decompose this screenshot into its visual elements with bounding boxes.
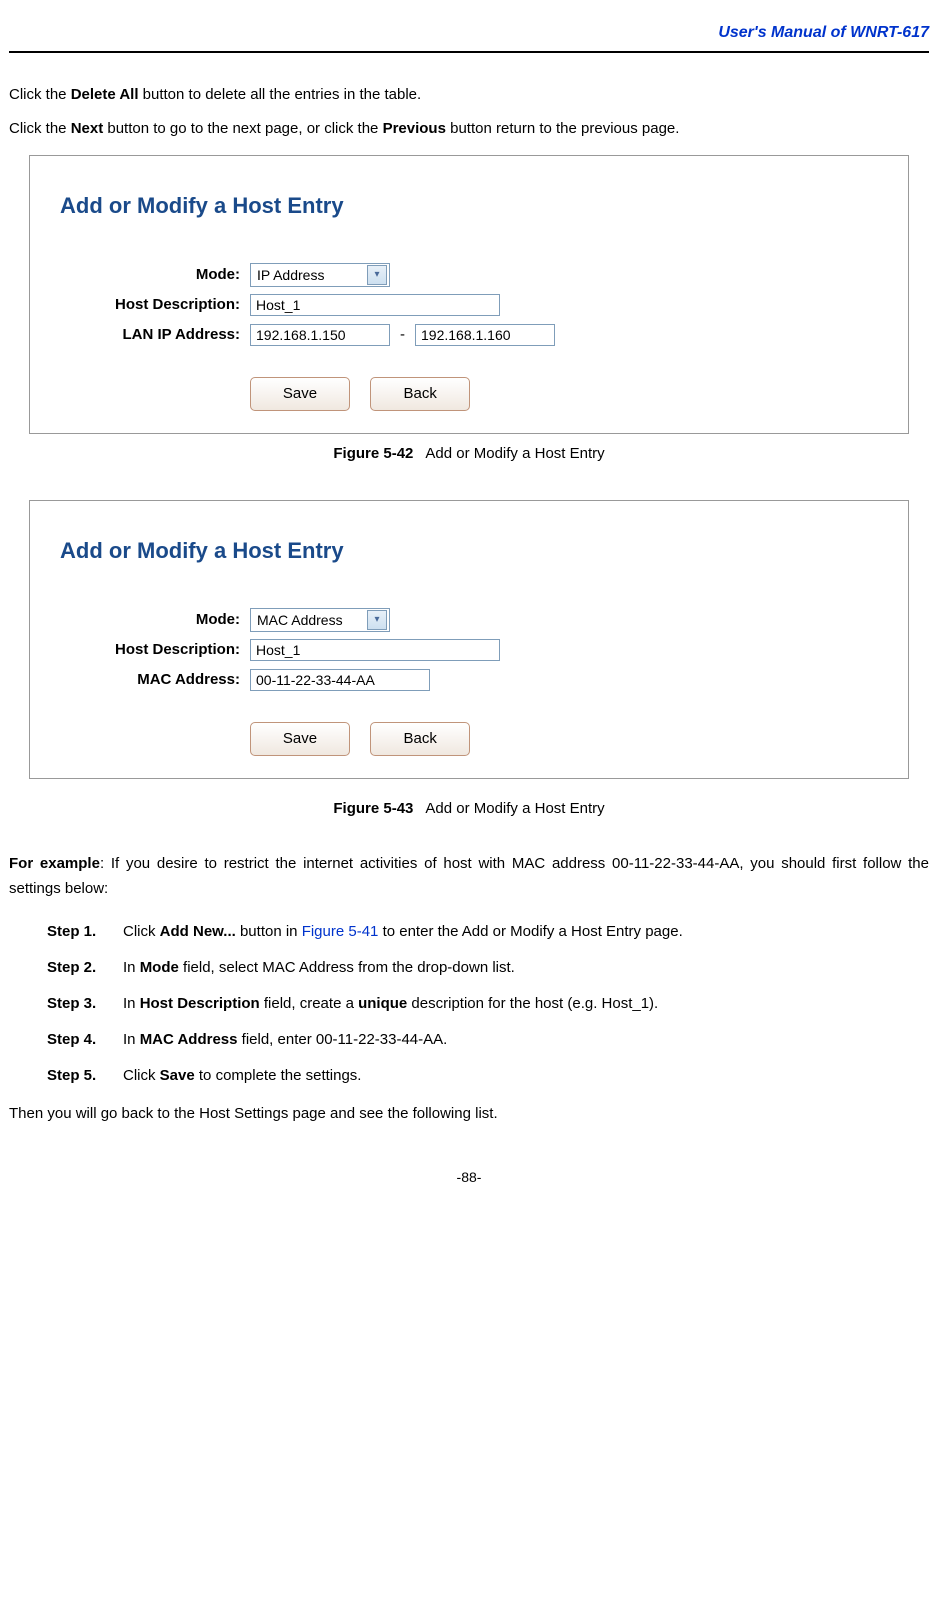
step-label: Step 3.: [47, 992, 123, 1016]
step-label: Step 5.: [47, 1064, 123, 1088]
figure-5-42-caption: Figure 5-42 Add or Modify a Host Entry: [9, 442, 929, 466]
lan-ip-from-input[interactable]: [250, 324, 390, 346]
figure-number: Figure 5-42: [333, 445, 413, 462]
host-desc-input-2[interactable]: [250, 639, 500, 661]
step-5: Step 5. Click Save to complete the setti…: [47, 1064, 929, 1088]
step-label: Step 2.: [47, 956, 123, 980]
mode-value-2: MAC Address: [257, 609, 343, 631]
b: MAC Address: [140, 1031, 238, 1048]
host-desc-input[interactable]: [250, 294, 500, 316]
button-row-2: Save Back: [60, 722, 878, 756]
mode-value: IP Address: [257, 264, 324, 286]
figure-5-43-heading: Add or Modify a Host Entry: [60, 533, 878, 568]
b: Host Description: [140, 995, 260, 1012]
b: unique: [358, 995, 407, 1012]
lan-ip-to-input[interactable]: [415, 324, 555, 346]
text: button to go to the next page, or click …: [103, 120, 382, 137]
step-text: Click Add New... button in Figure 5-41 t…: [123, 920, 683, 944]
mode-label-2: Mode:: [60, 608, 250, 632]
mode-select[interactable]: IP Address ▾: [250, 263, 390, 287]
doc-header: User's Manual of WNRT-617: [9, 20, 929, 46]
host-desc-row-2: Host Description:: [60, 638, 878, 662]
button-row: Save Back: [60, 377, 878, 411]
step-2: Step 2. In Mode field, select MAC Addres…: [47, 956, 929, 980]
host-desc-row: Host Description:: [60, 293, 878, 317]
figure-5-43-caption: Figure 5-43 Add or Modify a Host Entry: [9, 797, 929, 821]
chevron-down-icon[interactable]: ▾: [367, 265, 387, 285]
step-text: In Host Description field, create a uniq…: [123, 992, 658, 1016]
figure-5-42-box: Add or Modify a Host Entry Mode: IP Addr…: [29, 155, 909, 434]
step-3: Step 3. In Host Description field, creat…: [47, 992, 929, 1016]
t: In: [123, 1031, 140, 1048]
bold-delete-all: Delete All: [71, 86, 139, 103]
lan-ip-row: LAN IP Address: -: [60, 323, 878, 347]
text: Click the: [9, 86, 71, 103]
step-4: Step 4. In MAC Address field, enter 00-1…: [47, 1028, 929, 1052]
b: Mode: [140, 959, 179, 976]
t: to complete the settings.: [195, 1067, 362, 1084]
t: field, create a: [260, 995, 358, 1012]
host-desc-label-2: Host Description:: [60, 638, 250, 662]
b: Save: [160, 1067, 195, 1084]
bold-next: Next: [71, 120, 104, 137]
example-lead: For example: [9, 855, 100, 872]
back-button[interactable]: Back: [370, 377, 470, 411]
step-label: Step 1.: [47, 920, 123, 944]
t: to enter the Add or Modify a Host Entry …: [378, 923, 682, 940]
example-paragraph: For example: If you desire to restrict t…: [9, 851, 929, 902]
step-text: In MAC Address field, enter 00-11-22-33-…: [123, 1028, 447, 1052]
t: field, enter 00-11-22-33-44-AA.: [237, 1031, 447, 1048]
intro-line-1: Click the Delete All button to delete al…: [9, 83, 929, 107]
figure-number-2: Figure 5-43: [333, 800, 413, 817]
t: field, select MAC Address from the drop-…: [179, 959, 515, 976]
step-text: In Mode field, select MAC Address from t…: [123, 956, 515, 980]
bold-previous: Previous: [383, 120, 446, 137]
closing-paragraph: Then you will go back to the Host Settin…: [9, 1102, 929, 1126]
page-number: -88-: [9, 1166, 929, 1188]
lan-ip-label: LAN IP Address:: [60, 323, 250, 347]
header-rule: [9, 51, 929, 53]
chevron-down-icon[interactable]: ▾: [367, 610, 387, 630]
step-1: Step 1. Click Add New... button in Figur…: [47, 920, 929, 944]
mode-select-2[interactable]: MAC Address ▾: [250, 608, 390, 632]
ip-dash: -: [400, 323, 405, 347]
figure-5-43-box: Add or Modify a Host Entry Mode: MAC Add…: [29, 500, 909, 779]
step-label: Step 4.: [47, 1028, 123, 1052]
mode-label: Mode:: [60, 263, 250, 287]
mac-row: MAC Address:: [60, 668, 878, 692]
save-button-2[interactable]: Save: [250, 722, 350, 756]
text: button return to the previous page.: [446, 120, 680, 137]
figure-text-2: Add or Modify a Host Entry: [425, 800, 604, 817]
figure-5-42-heading: Add or Modify a Host Entry: [60, 188, 878, 223]
host-desc-label: Host Description:: [60, 293, 250, 317]
step-text: Click Save to complete the settings.: [123, 1064, 361, 1088]
t: In: [123, 959, 140, 976]
t: button in: [236, 923, 302, 940]
figure-text: Add or Modify a Host Entry: [425, 445, 604, 462]
text: Click the: [9, 120, 71, 137]
example-body: : If you desire to restrict the internet…: [9, 855, 929, 898]
back-button-2[interactable]: Back: [370, 722, 470, 756]
figure-5-41-link[interactable]: Figure 5-41: [302, 923, 379, 940]
t: Click: [123, 1067, 160, 1084]
b: Add New...: [160, 923, 236, 940]
t: description for the host (e.g. Host_1).: [407, 995, 658, 1012]
intro-line-2: Click the Next button to go to the next …: [9, 117, 929, 141]
mode-row-2: Mode: MAC Address ▾: [60, 608, 878, 632]
text: button to delete all the entries in the …: [139, 86, 422, 103]
save-button[interactable]: Save: [250, 377, 350, 411]
mode-row: Mode: IP Address ▾: [60, 263, 878, 287]
mac-label: MAC Address:: [60, 668, 250, 692]
mac-input[interactable]: [250, 669, 430, 691]
t: Click: [123, 923, 160, 940]
t: In: [123, 995, 140, 1012]
